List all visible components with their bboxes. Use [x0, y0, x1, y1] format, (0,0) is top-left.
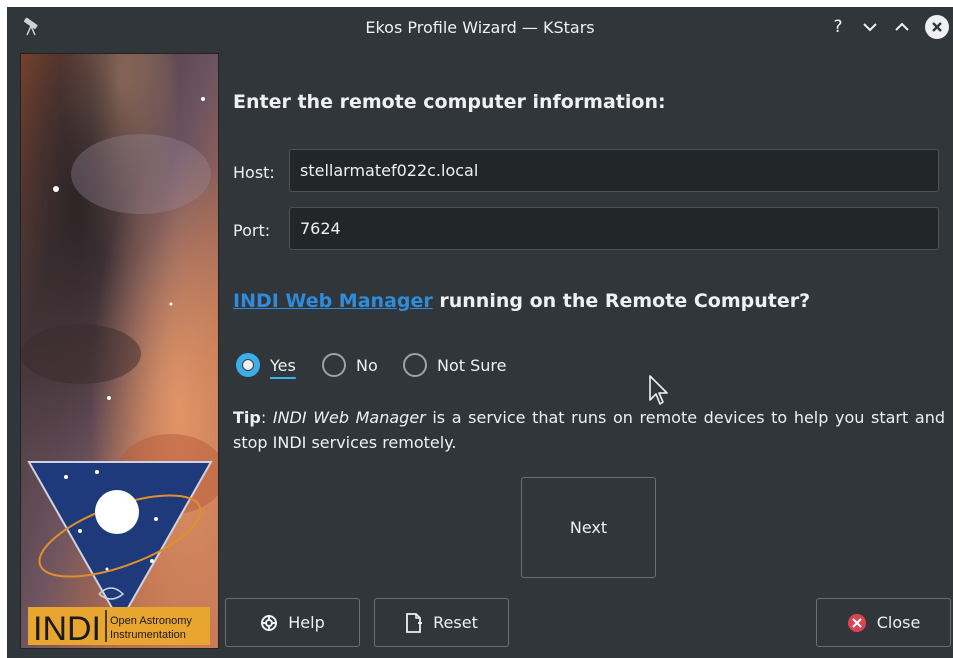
close-button[interactable]: Close — [816, 598, 951, 647]
mouse-cursor-icon — [649, 375, 668, 405]
help-button-label: Help — [288, 613, 325, 632]
radio-no[interactable]: No — [322, 350, 378, 380]
radio-no-indicator — [322, 353, 346, 377]
reset-button[interactable]: Reset — [374, 598, 509, 647]
port-label: Port: — [233, 221, 271, 240]
logo-subtitle-2: Instrumentation — [110, 629, 186, 641]
radio-yes[interactable]: Yes — [236, 350, 296, 380]
close-icon — [932, 22, 942, 32]
indi-web-manager-link[interactable]: INDI Web Manager — [233, 290, 433, 312]
indi-nebula-banner: INDI Open Astronomy Instrumentation — [20, 53, 219, 649]
help-title-button[interactable]: ? — [827, 16, 849, 38]
nebula-image: INDI Open Astronomy Instrumentation — [21, 54, 218, 648]
reset-button-label: Reset — [433, 613, 478, 632]
close-window-button[interactable] — [925, 15, 949, 39]
radio-not-sure-indicator — [403, 353, 427, 377]
close-button-label: Close — [876, 613, 921, 632]
next-button-label: Next — [569, 518, 608, 537]
wizard-window: Ekos Profile Wizard — KStars ? INDI Open… — [7, 7, 953, 658]
radio-no-label: No — [356, 355, 378, 375]
logo-subtitle-1: Open Astronomy — [110, 615, 192, 627]
radio-not-sure[interactable]: Not Sure — [403, 350, 506, 380]
indi-logo-text: INDI — [33, 610, 101, 648]
minimize-button[interactable] — [859, 16, 881, 38]
lifebuoy-icon — [260, 614, 278, 632]
host-label: Host: — [233, 163, 275, 182]
title-bar[interactable]: Ekos Profile Wizard — KStars ? — [7, 7, 953, 47]
tip-separator: : — [260, 408, 273, 427]
section-heading: Enter the remote computer information: — [233, 91, 666, 113]
host-input[interactable] — [289, 149, 939, 192]
chevron-down-icon — [863, 23, 877, 32]
radio-yes-label: Yes — [270, 355, 296, 375]
radio-not-sure-label: Not Sure — [437, 355, 507, 375]
port-input[interactable] — [289, 207, 939, 250]
document-reset-icon — [405, 612, 423, 633]
tip-text: Tip: INDI Web Manager is a service that … — [233, 405, 945, 455]
maximize-button[interactable] — [891, 16, 913, 38]
radio-yes-indicator — [236, 353, 260, 377]
question-text: running on the Remote Computer? — [432, 290, 811, 312]
help-button[interactable]: Help — [225, 598, 360, 647]
next-button[interactable]: Next — [521, 477, 656, 578]
chevron-up-icon — [895, 22, 909, 31]
window-title: Ekos Profile Wizard — KStars — [365, 18, 595, 37]
tip-emphasis: INDI Web Manager — [272, 408, 426, 427]
web-manager-question: INDI Web Manager running on the Remote C… — [233, 290, 810, 312]
tip-label: Tip — [233, 408, 261, 427]
close-circle-icon — [847, 613, 867, 633]
